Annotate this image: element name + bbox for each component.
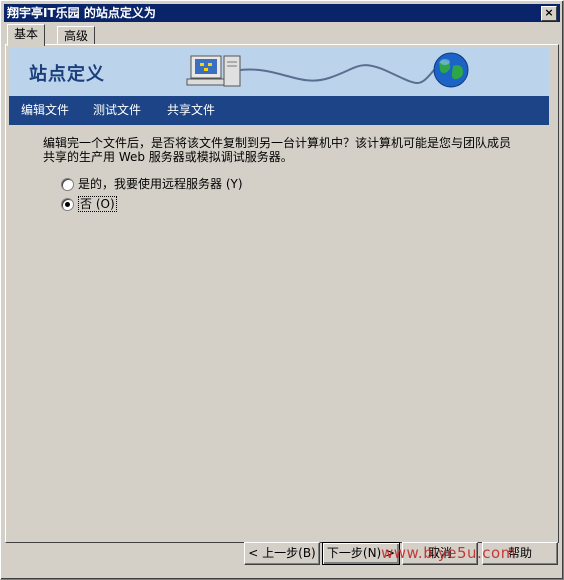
- wizard-step-bar: 编辑文件 测试文件 共享文件: [9, 96, 549, 125]
- help-button[interactable]: 帮助: [482, 542, 558, 565]
- close-button[interactable]: ×: [541, 6, 557, 21]
- title-bar[interactable]: 翔宇亭IT乐园 的站点定义为 ×: [4, 4, 560, 22]
- remote-server-option[interactable]: 是的，我要使用远程服务器 (Y): [61, 177, 243, 191]
- tab-basic-label: 基本: [14, 27, 39, 41]
- next-button[interactable]: 下一步(N) >: [322, 542, 400, 565]
- tab-advanced[interactable]: 高级: [57, 26, 96, 46]
- radio-no[interactable]: [61, 197, 74, 211]
- no-option[interactable]: 否 (O): [61, 196, 117, 212]
- globe-icon: [433, 52, 469, 88]
- step-test-files[interactable]: 测试文件: [93, 96, 141, 125]
- tab-basic[interactable]: 基本: [7, 24, 46, 46]
- step-share-files[interactable]: 共享文件: [167, 96, 215, 125]
- step-edit-files[interactable]: 编辑文件: [21, 96, 69, 125]
- site-definition-dialog: 翔宇亭IT乐园 的站点定义为 × 基本 高级 站点定义 编辑文件 测试文件 共享…: [0, 0, 564, 580]
- radio-no-label: 否 (O): [78, 196, 117, 212]
- radio-yes[interactable]: [61, 177, 74, 191]
- question-text: 编辑完一个文件后，是否将该文件复制到另一台计算机中？该计算机可能是您与团队成员共…: [43, 136, 512, 164]
- radio-yes-label: 是的，我要使用远程服务器 (Y): [78, 177, 243, 191]
- computer-icon: [186, 55, 241, 87]
- back-button[interactable]: < 上一步(B): [244, 542, 320, 565]
- banner-title: 站点定义: [29, 64, 105, 85]
- tab-advanced-label: 高级: [64, 29, 89, 43]
- cancel-button[interactable]: 取消: [402, 542, 478, 565]
- banner: 站点定义: [9, 48, 549, 96]
- close-icon: ×: [544, 6, 554, 19]
- window-title: 翔宇亭IT乐园 的站点定义为: [7, 6, 156, 20]
